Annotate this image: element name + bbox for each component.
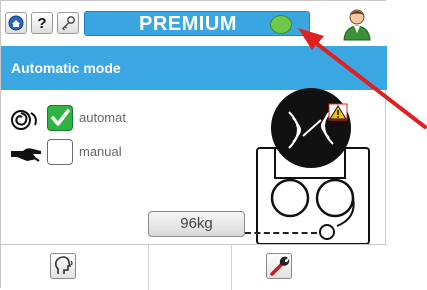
home-button[interactable] — [5, 12, 27, 34]
key-icon — [62, 16, 75, 31]
warning-icon — [328, 103, 348, 121]
premium-status-bar: PREMIUM — [84, 11, 310, 36]
help-icon: ? — [37, 14, 47, 32]
home-icon — [8, 15, 24, 31]
automatic-checkbox[interactable] — [47, 105, 73, 131]
manual-label: manual — [79, 144, 122, 159]
page-title: Automatic mode — [11, 60, 121, 76]
automatic-label: automat — [79, 110, 126, 125]
bottom-toolbar — [1, 244, 387, 290]
status-indicator — [270, 15, 292, 34]
device-screen: ? PREMIUM Automatic mode automat manual … — [0, 0, 387, 290]
voice-head-icon — [54, 256, 73, 274]
help-button[interactable]: ? — [31, 12, 53, 34]
mode-header: Automatic mode — [1, 46, 387, 90]
weight-connector-line — [245, 232, 317, 234]
tools-button[interactable] — [266, 253, 292, 279]
top-status-bar: ? PREMIUM — [1, 1, 387, 45]
hand-icon — [11, 148, 41, 162]
voice-button[interactable] — [50, 253, 76, 279]
user-icon[interactable] — [341, 7, 373, 41]
wrench-icon — [270, 256, 290, 276]
machine-illustration — [256, 88, 370, 245]
weight-display: 96kg — [148, 211, 245, 237]
toolbar-divider — [148, 245, 149, 290]
checkmark-icon — [51, 109, 70, 126]
manual-checkbox[interactable] — [47, 139, 73, 165]
settings-button[interactable] — [57, 12, 79, 34]
toolbar-divider — [231, 245, 232, 290]
swirl-icon — [11, 110, 37, 130]
premium-label: PREMIUM — [139, 13, 237, 35]
